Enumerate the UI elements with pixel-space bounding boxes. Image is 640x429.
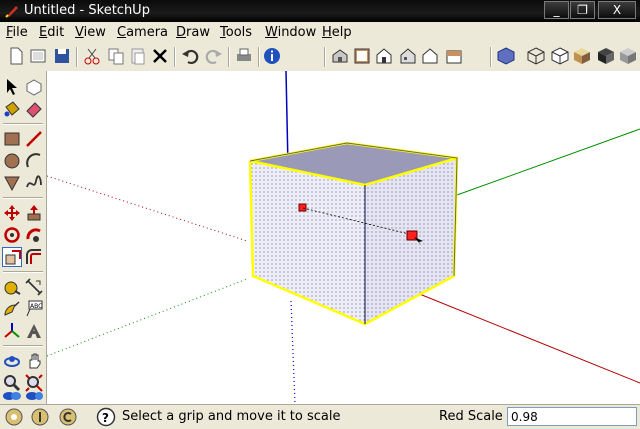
scale-icon[interactable]	[2, 247, 22, 267]
geo-location-icon[interactable]	[4, 407, 24, 427]
copyright-icon[interactable]	[58, 407, 78, 427]
push-pull-icon[interactable]	[24, 203, 44, 223]
scale-grip[interactable]	[298, 203, 307, 212]
status-message: Select a grip and move it to scale the c	[122, 409, 344, 424]
minimize-button[interactable]: _	[544, 1, 569, 19]
axes-icon[interactable]	[2, 321, 22, 341]
follow-me-icon[interactable]	[24, 225, 44, 245]
menu-tools[interactable]: Tools	[220, 25, 252, 40]
paint-bucket-icon[interactable]	[2, 99, 22, 119]
model-scene[interactable]	[47, 71, 640, 404]
red-axis-hidden	[47, 175, 248, 242]
move-icon[interactable]	[2, 203, 22, 223]
menu-camera[interactable]: Camera	[117, 25, 168, 40]
copy-icon[interactable]	[106, 46, 126, 66]
xray-icon[interactable]	[496, 46, 516, 66]
rotate-icon[interactable]	[2, 225, 22, 245]
green-axis-hidden	[47, 278, 248, 357]
redo-icon[interactable]	[204, 46, 224, 66]
menu-bar: File Edit View Camera Draw Tools Window …	[0, 22, 640, 44]
help-icon[interactable]: ?	[96, 407, 116, 427]
select-icon[interactable]	[2, 77, 22, 97]
shaded-icon[interactable]	[572, 46, 592, 66]
menu-file[interactable]: File	[6, 25, 28, 40]
left-view-icon[interactable]	[444, 46, 464, 66]
circle-icon[interactable]	[2, 151, 22, 171]
protractor-icon[interactable]	[2, 299, 22, 319]
rectangle-icon[interactable]	[2, 129, 22, 149]
blue-axis	[285, 71, 289, 167]
credits-icon[interactable]	[30, 407, 50, 427]
iso-view-icon[interactable]	[330, 46, 350, 66]
back-view-icon[interactable]	[420, 46, 440, 66]
menu-window[interactable]: Window	[265, 25, 316, 40]
3d-text-icon[interactable]	[24, 321, 44, 341]
shaded-textures-icon[interactable]	[596, 46, 616, 66]
model-viewport[interactable]	[47, 71, 640, 404]
front-view-icon[interactable]	[374, 46, 394, 66]
erase-icon[interactable]	[150, 46, 170, 66]
line-icon[interactable]	[24, 129, 44, 149]
menu-view[interactable]: View	[75, 25, 106, 40]
blue-axis-hidden	[290, 300, 296, 404]
tools-toolbar: ABC	[0, 71, 47, 404]
paste-icon[interactable]	[128, 46, 148, 66]
window-title: Untitled - SketchUp	[24, 3, 150, 18]
open-icon[interactable]	[28, 46, 48, 66]
eraser-icon[interactable]	[24, 99, 44, 119]
menu-draw[interactable]: Draw	[176, 25, 210, 40]
top-view-icon[interactable]	[352, 46, 372, 66]
print-icon[interactable]	[234, 46, 254, 66]
wireframe-icon[interactable]	[526, 46, 546, 66]
tape-measure-icon[interactable]	[2, 277, 22, 297]
close-button[interactable]: X	[598, 1, 636, 19]
status-bar: ? Select a grip and move it to scale the…	[0, 404, 640, 429]
red-axis	[416, 292, 640, 384]
menu-help[interactable]: Help	[322, 25, 352, 40]
green-axis	[456, 128, 640, 196]
polygon-icon[interactable]	[2, 173, 22, 193]
hidden-line-icon[interactable]	[550, 46, 570, 66]
title-bar: Untitled - SketchUp _ ❐ X	[0, 0, 640, 22]
restore-button[interactable]: ❐	[570, 1, 595, 19]
standard-toolbar	[0, 43, 640, 72]
pan-icon[interactable]	[24, 351, 44, 371]
measurements-label: Red Scale	[439, 409, 503, 424]
component-icon[interactable]	[24, 77, 44, 97]
sketchup-app-icon	[5, 6, 18, 18]
undo-icon[interactable]	[180, 46, 200, 66]
svg-text:ABC: ABC	[30, 303, 42, 310]
text-icon[interactable]: ABC	[24, 299, 44, 319]
svg-text:?: ?	[102, 411, 109, 425]
dimension-icon[interactable]	[24, 277, 44, 297]
offset-icon[interactable]	[24, 247, 44, 267]
measurements-input[interactable]	[507, 407, 637, 426]
orbit-icon[interactable]	[2, 351, 22, 371]
model-info-icon[interactable]	[262, 46, 282, 66]
right-view-icon[interactable]	[398, 46, 418, 66]
menu-edit[interactable]: Edit	[39, 25, 64, 40]
cut-icon[interactable]	[82, 46, 102, 66]
new-icon[interactable]	[6, 46, 26, 66]
freehand-icon[interactable]	[24, 173, 44, 193]
save-icon[interactable]	[52, 46, 72, 66]
arc-icon[interactable]	[24, 151, 44, 171]
monochrome-icon[interactable]	[618, 46, 638, 66]
